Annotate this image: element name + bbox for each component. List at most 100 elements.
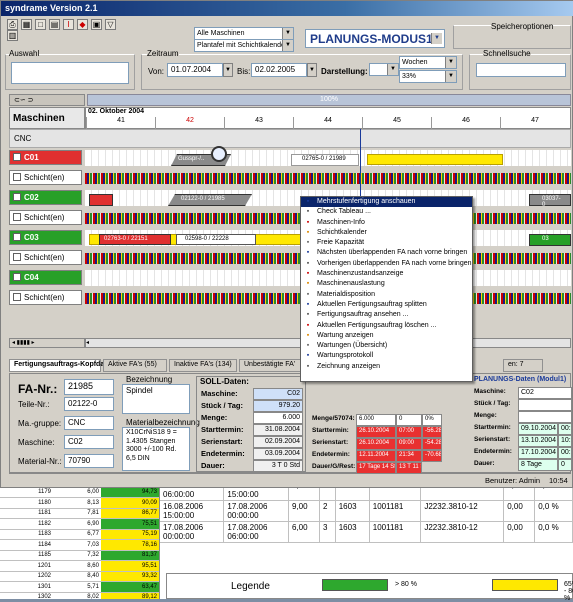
checkbox[interactable] <box>13 193 21 201</box>
checkbox[interactable] <box>13 153 21 161</box>
gantt-row-label[interactable]: Schicht(en) <box>9 210 82 225</box>
filter-icon[interactable]: ▽ <box>105 19 116 30</box>
checkbox[interactable] <box>13 233 21 241</box>
context-menu-item[interactable]: ▪ Mehrstufenfertigung anschauen <box>301 197 472 208</box>
context-menu-item[interactable]: ▪ Fertigungsauftrag ansehen ... <box>301 310 472 320</box>
actual-row-value: 0% <box>422 414 442 426</box>
checkbox[interactable] <box>13 213 21 221</box>
soll-row-label: Serienstart: <box>201 437 243 446</box>
context-menu-item[interactable]: ▪ Maschinen-Info <box>301 218 472 228</box>
legend-yellow-swatch <box>492 579 558 591</box>
table-row: 1302 8,02 89,12 <box>0 592 159 599</box>
fa-nr-field[interactable]: 21985 <box>64 379 114 395</box>
context-menu-item[interactable]: ▪ Materialdisposition <box>301 290 472 300</box>
gantt-row-label[interactable]: Schicht(en) <box>9 170 82 185</box>
table-cell: 6,77 <box>53 529 101 540</box>
tab-item[interactable]: Unbestätigte FA' <box>239 359 307 372</box>
machine-field[interactable]: C02 <box>64 435 114 449</box>
context-menu-item[interactable]: ▪ Nächsten überlappenden FA nach vorne br… <box>301 248 472 258</box>
table-cell: 1202 <box>0 571 54 582</box>
actual-row-value: 6.000 <box>356 414 396 426</box>
gantt-bar-c03a[interactable]: 02763-0 / 22151 <box>99 234 171 245</box>
context-menu-item[interactable]: ▪ Aktuellen Fertigungsauftrag löschen ... <box>301 321 472 331</box>
title-bar: syndrame Version 2.1 <box>1 1 573 16</box>
material-desc-field[interactable]: X10CrNiS18 9 = 1.4305 Stangen 3000 +/-10… <box>122 427 190 471</box>
tab-item[interactable]: Aktive FA's (55) <box>103 359 167 372</box>
table-cell: 1201 <box>0 560 54 572</box>
table-icon[interactable]: ▦ <box>21 19 32 30</box>
teile-nr-field[interactable]: 02122-0 <box>64 397 114 411</box>
context-menu-label: Wartungsprotokoll <box>317 352 374 360</box>
context-menu-item[interactable]: ▪ Zeichnung anzeigen <box>301 362 472 372</box>
table-cell: 89,12 <box>100 592 159 599</box>
zoom-select[interactable]: 33% ▼ <box>399 70 457 83</box>
group-header-row: CNC <box>9 129 571 148</box>
context-menu-item[interactable]: ▪ Vorherigen überlappenden FA nach vorne … <box>301 259 472 269</box>
checkbox[interactable] <box>13 253 21 261</box>
selection-label: Auswahl <box>9 49 40 58</box>
context-menu-label: Materialdisposition <box>317 290 375 298</box>
context-menu-item[interactable]: ▪ Schichtkalender <box>301 228 472 238</box>
checkbox[interactable] <box>13 273 21 281</box>
context-menu-label: Fertigungsauftrag ansehen ... <box>317 311 409 319</box>
legend: Legende > 80 % 65% - 80 % <box>166 573 573 602</box>
print-icon[interactable]: ⎙ <box>7 19 18 30</box>
gantt-bar-c02[interactable]: 02122-0 / 21985 <box>168 194 252 206</box>
status-bar: Benutzer: Admin 10:54 <box>9 473 571 487</box>
tab-item[interactable]: Inaktive FA's (134) <box>169 359 237 372</box>
actual-row-value: 0 <box>396 414 422 426</box>
gantt-bar-c03b[interactable]: 02598-0 / 22228 <box>176 234 256 245</box>
plan-row-value <box>518 399 572 411</box>
chart-icon[interactable]: ▥ <box>7 30 18 41</box>
gantt-row-label[interactable]: C04 <box>9 270 82 285</box>
checkbox[interactable] <box>13 293 21 301</box>
context-menu-item[interactable]: ▪ Freie Kapazität <box>301 238 472 248</box>
horizontal-scrollbar[interactable]: ◂ ▮▮▮▮ ▸ <box>9 338 85 348</box>
context-menu-item[interactable]: ▪ Check Tableau ... <box>301 207 472 217</box>
context-menu-item[interactable]: ▪ Wartung anzeigen <box>301 331 472 341</box>
table-row: 1179 6,00 94,73 <box>0 487 159 498</box>
context-menu-item[interactable]: ▪ Aktuellen Fertigungsauftrag splitten <box>301 300 472 310</box>
new-icon[interactable]: □ <box>35 19 46 30</box>
context-menu-item[interactable]: ▪ Wartungsprotokoll <box>301 351 472 361</box>
tab-item[interactable]: en: 7 <box>503 359 543 372</box>
actual-row-value: -54.28 <box>422 438 442 450</box>
context-menu-item[interactable]: ▪ Maschinenzustandsanzeige <box>301 269 472 279</box>
material-field[interactable]: 70790 <box>64 454 114 468</box>
soll-row-value: 6.000 <box>253 412 303 424</box>
gantt-row-label[interactable]: Schicht(en) <box>9 290 82 305</box>
calendar-icon[interactable]: ▼ <box>307 63 317 77</box>
ma-group-field[interactable]: CNC <box>64 416 114 430</box>
table-cell: 0,00 <box>503 500 536 522</box>
export-icon[interactable]: I <box>63 19 74 30</box>
from-date-input[interactable]: 01.07.2004 <box>167 63 223 77</box>
context-menu-item[interactable]: ▪ Wartungen (Übersicht) <box>301 341 472 351</box>
unit-select[interactable]: Wochen ▼ <box>399 56 457 69</box>
checkbox[interactable] <box>13 173 21 181</box>
quick-search-input[interactable] <box>476 63 566 77</box>
calendar-icon[interactable]: ▼ <box>223 63 233 77</box>
gantt-bar-c01-yellow[interactable] <box>367 154 503 165</box>
table-row: 1185 7,32 81,37 <box>0 550 159 561</box>
grid-icon[interactable]: ▤ <box>49 19 60 30</box>
display-select[interactable]: ▼ <box>369 63 399 76</box>
mode-select[interactable]: PLANUNGS-MODUS1 ▼ <box>305 29 445 48</box>
gantt-row-label[interactable]: C03 <box>9 230 82 245</box>
plan-row-label: Starttermin: <box>474 424 511 431</box>
description-field[interactable]: Spindel <box>122 384 190 414</box>
to-date-input[interactable]: 02.02.2005 <box>251 63 307 77</box>
gantt-bar-c02-red[interactable] <box>89 194 113 206</box>
gantt-row-label[interactable]: Schicht(en) <box>9 250 82 265</box>
disk-icon[interactable]: ▣ <box>91 19 102 30</box>
gantt-bar-c03c[interactable]: 03 <box>529 234 571 246</box>
selection-field[interactable] <box>11 62 129 84</box>
gantt-bar-c01b[interactable]: 02765-0 / 21989 <box>291 154 359 166</box>
gantt-bar-c02-right[interactable]: 03037-0 <box>529 194 571 208</box>
save-icon[interactable]: ◆ <box>77 19 88 30</box>
gantt-row-label[interactable]: C02 <box>9 190 82 205</box>
plan-table-select[interactable]: Plantafel mit Schichtkalender ▼ <box>194 39 294 52</box>
context-menu-item[interactable]: ▪ Maschinenauslastung <box>301 279 472 289</box>
gantt-row-label[interactable]: C01 <box>9 150 82 165</box>
tab-item[interactable]: Fertigungsauftrags-Kopfdaten <box>9 359 115 372</box>
table-cell: 8,02 <box>53 592 101 599</box>
